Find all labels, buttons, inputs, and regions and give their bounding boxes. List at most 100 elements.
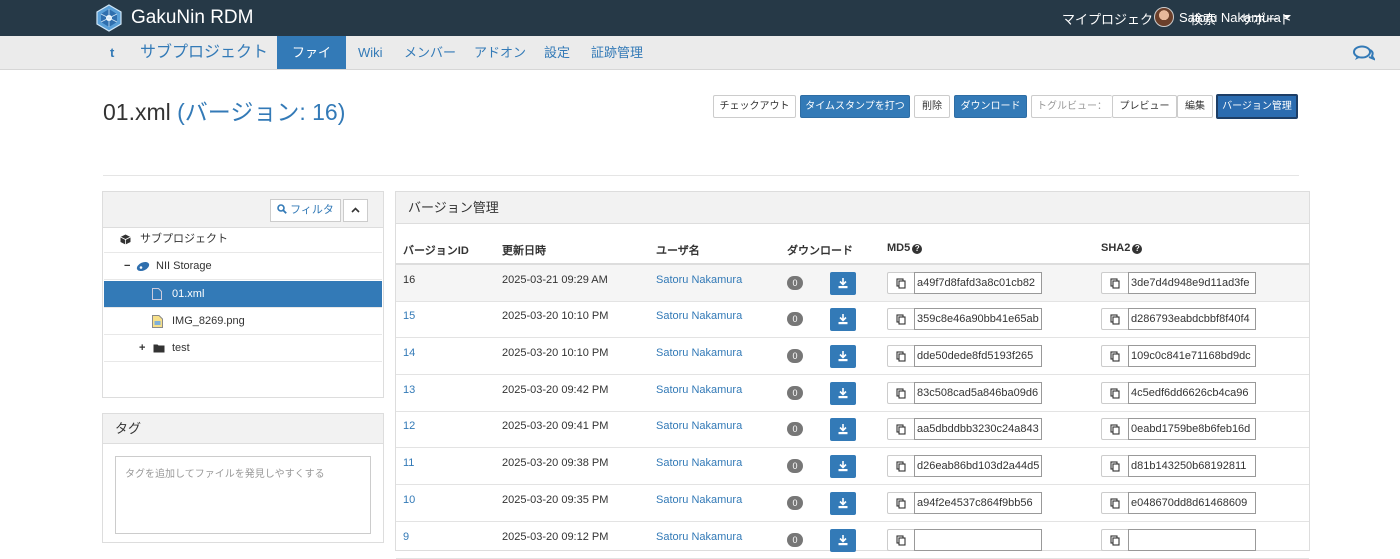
copy-sha2-button[interactable] [1101,529,1129,551]
md5-label: MD5 [887,242,911,254]
col-updated[interactable]: 更新日時 [502,242,546,258]
question-icon[interactable]: ? [912,244,923,254]
tab-members[interactable]: メンバー [392,36,468,69]
sha2-field[interactable]: 0eabd1759be8b6feb16d [1128,418,1256,440]
sha2-field[interactable]: 4c5edf6dd6626cb4ca96 [1128,382,1256,404]
md5-field[interactable] [914,529,1042,551]
copy-sha2-button[interactable] [1101,272,1129,294]
comments-icon[interactable] [1353,45,1375,61]
tab-files[interactable]: ファイル [277,36,346,93]
brand[interactable]: GakuNin RDM [95,4,253,32]
col-md5[interactable]: MD5? [887,242,923,254]
version-id[interactable]: 15 [403,310,415,322]
download-count-badge: 0 [787,533,803,547]
checkout-button[interactable]: チェックアウト [713,95,796,118]
versions-button[interactable]: バージョン管理 [1216,94,1298,119]
sha2-field[interactable]: 109c0c841e71168bd9dc [1128,345,1256,367]
version-id[interactable]: 10 [403,494,415,506]
copy-sha2-button[interactable] [1101,382,1129,404]
tree-item-project[interactable]: サブプロジェクト [104,226,382,253]
edit-button[interactable]: 編集 [1177,95,1213,118]
copy-sha2-button[interactable] [1101,345,1129,367]
sha2-field[interactable]: 3de7d4d948e9d11ad3fe [1128,272,1256,294]
tags-input[interactable]: タグを追加してファイルを発見しやすくする [115,456,371,534]
col-sha2[interactable]: SHA2? [1101,242,1143,254]
version-download-button[interactable] [830,455,856,478]
version-download-button[interactable] [830,382,856,405]
version-user[interactable]: Satoru Nakamura [656,457,742,469]
copy-md5-button[interactable] [887,455,915,477]
md5-field[interactable]: dde50dede8fd5193f265 [914,345,1042,367]
version-user[interactable]: Satoru Nakamura [656,347,742,359]
sha2-field[interactable]: e048670dd8d61468609 [1128,492,1256,514]
sha2-field[interactable]: d286793eabdcbbf8f40f4 [1128,308,1256,330]
tree-item-folder[interactable]: + test [104,335,382,362]
question-icon[interactable]: ? [1132,244,1143,254]
plus-icon[interactable]: + [139,335,145,362]
tree-item-image[interactable]: IMG_8269.png [104,308,382,335]
project-title[interactable]: サブプロジェクト [128,36,280,69]
md5-field[interactable]: a49f7d8fafd3a8c01cb82 [914,272,1042,294]
col-user[interactable]: ユーザ名 [656,242,700,258]
copy-md5-button[interactable] [887,272,915,294]
copy-md5-button[interactable] [887,418,915,440]
version-id[interactable]: 9 [403,531,409,543]
version-id[interactable]: 13 [403,384,415,396]
copy-md5-button[interactable] [887,529,915,551]
gakunin-logo-icon [96,4,122,32]
tree-item-storage[interactable]: − NII Storage [104,253,382,280]
version-user[interactable]: Satoru Nakamura [656,384,742,396]
user-menu[interactable]: Satoru Nakamura [1154,7,1291,27]
version-user[interactable]: Satoru Nakamura [656,274,742,286]
minus-icon[interactable]: − [124,253,130,280]
version-download-button[interactable] [830,418,856,441]
tree-item-file-selected[interactable]: 01.xml [104,281,382,308]
version-user[interactable]: Satoru Nakamura [656,494,742,506]
col-version-id[interactable]: バージョンID [403,242,469,258]
version-user[interactable]: Satoru Nakamura [656,531,742,543]
md5-field[interactable]: 83c508cad5a846ba09d6 [914,382,1042,404]
copy-md5-button[interactable] [887,345,915,367]
nav-my-projects[interactable]: マイプロジェクト [1062,9,1166,28]
version-id[interactable]: 11 [403,457,414,469]
tab-addons[interactable]: アドオン [462,36,538,69]
sha2-field[interactable]: d81b143250b68192811 [1128,455,1256,477]
version-id[interactable]: 14 [403,347,415,359]
version-download-button[interactable] [830,345,856,368]
copy-sha2-button[interactable] [1101,418,1129,440]
version-download-button[interactable] [830,308,856,331]
tab-audit[interactable]: 証跡管理 [579,36,655,69]
md5-field[interactable]: d26eab86bd103d2a44d5 [914,455,1042,477]
copy-sha2-button[interactable] [1101,308,1129,330]
tab-wiki[interactable]: Wiki [346,36,395,69]
version-user[interactable]: Satoru Nakamura [656,420,742,432]
project-initial[interactable]: t [98,36,126,69]
tab-settings[interactable]: 設定 [532,36,582,69]
md5-field[interactable]: 359c8e46a90bb41e65ab [914,308,1042,330]
version-download-button[interactable] [830,492,856,515]
preview-button[interactable]: プレビュー [1112,95,1177,118]
app-name[interactable]: GakuNin RDM [131,7,253,29]
version-id: 16 [403,274,416,286]
user-name[interactable]: Satoru Nakamura [1179,10,1281,25]
md5-field[interactable]: a94f2e4537c864f9bb56 [914,492,1042,514]
timestamp-button[interactable]: タイムスタンプを打つ [800,95,910,118]
copy-md5-button[interactable] [887,308,915,330]
download-icon [838,535,848,546]
delete-button[interactable]: 削除 [914,95,950,118]
version-download-button[interactable] [830,272,856,295]
col-download[interactable]: ダウンロード [787,242,853,258]
collapse-button[interactable] [343,199,368,222]
md5-field[interactable]: aa5dbddbb3230c24a843 [914,418,1042,440]
copy-icon [896,535,906,546]
copy-md5-button[interactable] [887,492,915,514]
filter-button[interactable]: フィルタ [270,199,341,222]
download-button[interactable]: ダウンロード [954,95,1027,118]
copy-sha2-button[interactable] [1101,455,1129,477]
version-user[interactable]: Satoru Nakamura [656,310,742,322]
copy-sha2-button[interactable] [1101,492,1129,514]
version-download-button[interactable] [830,529,856,552]
sha2-field[interactable] [1128,529,1256,551]
copy-md5-button[interactable] [887,382,915,404]
version-id[interactable]: 12 [403,420,415,432]
